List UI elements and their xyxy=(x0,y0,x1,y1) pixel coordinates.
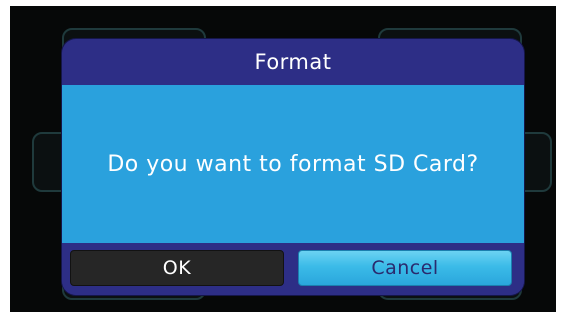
device-screen: Format Do you want to format SD Card? OK… xyxy=(10,6,556,312)
dialog-message: Do you want to format SD Card? xyxy=(107,151,479,177)
format-dialog: Format Do you want to format SD Card? OK… xyxy=(62,39,524,295)
ok-button[interactable]: OK xyxy=(70,250,284,286)
cancel-button[interactable]: Cancel xyxy=(298,250,512,286)
dialog-button-row: OK Cancel xyxy=(62,243,524,295)
dialog-title: Format xyxy=(254,50,332,74)
dialog-body: Do you want to format SD Card? xyxy=(62,85,524,243)
